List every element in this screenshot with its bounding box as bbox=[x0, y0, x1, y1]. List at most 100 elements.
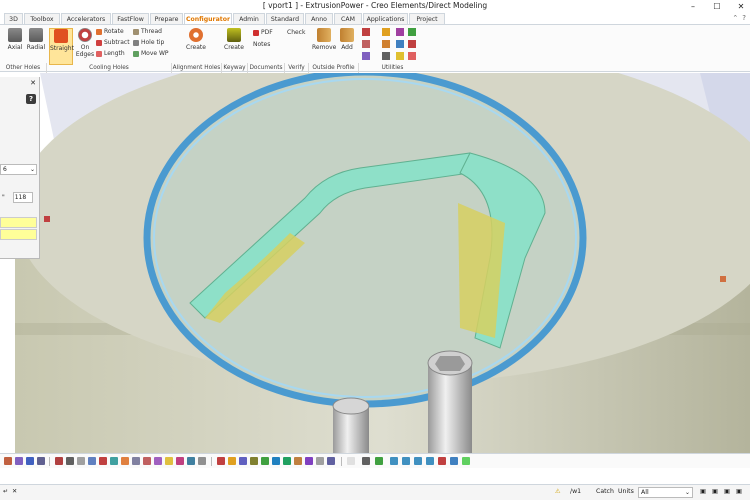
utility-tool-icon[interactable] bbox=[382, 40, 390, 48]
tab-prepare[interactable]: Prepare bbox=[150, 13, 183, 24]
view-tool-icon[interactable] bbox=[228, 457, 236, 465]
hole-tip-button[interactable]: Hole tip bbox=[133, 39, 164, 46]
status-tool-icon[interactable]: ▣ bbox=[700, 488, 706, 495]
view-tool-icon[interactable] bbox=[362, 457, 370, 465]
view-tool-icon[interactable] bbox=[217, 457, 225, 465]
thread-button[interactable]: Thread bbox=[133, 28, 162, 35]
view-tool-icon[interactable] bbox=[165, 457, 173, 465]
create-alignment-hole-button[interactable]: Create bbox=[184, 28, 208, 51]
minimize-button[interactable]: – bbox=[688, 2, 698, 11]
view-tool-icon[interactable] bbox=[316, 457, 324, 465]
close-panel-icon[interactable]: ✕ bbox=[30, 79, 36, 87]
tab-anno[interactable]: Anno bbox=[305, 13, 333, 24]
view-tool-icon[interactable] bbox=[132, 457, 140, 465]
status-tool-icon[interactable]: ▣ bbox=[724, 488, 730, 495]
utility-tool-icon[interactable] bbox=[382, 52, 390, 60]
tab-applications[interactable]: Applications bbox=[363, 13, 408, 24]
utility-tool-icon[interactable] bbox=[396, 40, 404, 48]
view-tool-icon[interactable] bbox=[55, 457, 63, 465]
view-tool-icon[interactable] bbox=[15, 457, 23, 465]
utility-tool-icon[interactable] bbox=[382, 28, 390, 36]
zoom-icon[interactable] bbox=[390, 457, 398, 465]
view-tool-icon[interactable] bbox=[121, 457, 129, 465]
view-tool-icon[interactable] bbox=[305, 457, 313, 465]
units-button[interactable]: Units bbox=[618, 488, 634, 495]
panel-help-icon[interactable]: ? bbox=[26, 94, 36, 104]
remove-button[interactable]: Remove bbox=[312, 28, 336, 51]
selection-filter-select[interactable]: All ⌄ bbox=[638, 487, 693, 498]
view-tool-icon[interactable] bbox=[283, 457, 291, 465]
radial-button[interactable]: Radial bbox=[24, 28, 48, 51]
utility-tool-icon[interactable] bbox=[408, 28, 416, 36]
tab-3d[interactable]: 3D bbox=[4, 13, 23, 24]
status-tool-icon[interactable]: ▣ bbox=[712, 488, 718, 495]
create-keyway-button[interactable]: Create bbox=[222, 28, 246, 51]
view-tool-icon[interactable] bbox=[239, 457, 247, 465]
tab-admin[interactable]: Admin bbox=[233, 13, 265, 24]
tab-configurator[interactable]: Configurator bbox=[184, 13, 232, 24]
panel-input-yellow-2[interactable] bbox=[0, 229, 37, 240]
tab-standard[interactable]: Standard bbox=[266, 13, 304, 24]
view-tool-icon[interactable] bbox=[272, 457, 280, 465]
help-icon[interactable]: ? bbox=[742, 14, 746, 22]
rotate-button[interactable]: Rotate bbox=[96, 28, 124, 35]
add-button[interactable]: Add bbox=[335, 28, 359, 51]
view-tool-icon[interactable] bbox=[154, 457, 162, 465]
command-line-icon[interactable]: ↵ bbox=[3, 488, 8, 495]
collapse-ribbon-icon[interactable]: ⌃ bbox=[732, 14, 738, 22]
maximize-button[interactable]: ☐ bbox=[712, 2, 722, 11]
view-tool-icon[interactable] bbox=[176, 457, 184, 465]
utility-tool-icon[interactable] bbox=[408, 52, 416, 60]
view-tool-icon[interactable] bbox=[4, 457, 12, 465]
straight-button[interactable]: Straight bbox=[49, 28, 74, 65]
utility-tool-icon[interactable] bbox=[408, 40, 416, 48]
status-tool-icon[interactable]: ▣ bbox=[736, 488, 742, 495]
subtract-button[interactable]: Subtract bbox=[96, 39, 130, 46]
utility-tool-icon[interactable] bbox=[362, 52, 370, 60]
view-tool-icon[interactable] bbox=[250, 457, 258, 465]
utility-tool-icon[interactable] bbox=[396, 52, 404, 60]
notes-button[interactable]: Notes bbox=[253, 41, 270, 48]
view-tool-icon[interactable] bbox=[26, 457, 34, 465]
view-tool-icon[interactable] bbox=[187, 457, 195, 465]
utility-tool-icon[interactable] bbox=[362, 28, 370, 36]
view-tool-icon[interactable] bbox=[77, 457, 85, 465]
view-tool-icon[interactable] bbox=[99, 457, 107, 465]
view-tool-icon[interactable] bbox=[37, 457, 45, 465]
view-tool-icon[interactable] bbox=[198, 457, 206, 465]
view-tool-icon[interactable] bbox=[88, 457, 96, 465]
view-tool-icon[interactable] bbox=[261, 457, 269, 465]
zoom-icon[interactable] bbox=[414, 457, 422, 465]
view-tool-icon[interactable] bbox=[66, 457, 74, 465]
close-button[interactable]: ✕ bbox=[736, 2, 746, 11]
panel-input-yellow-1[interactable] bbox=[0, 217, 37, 228]
view-tool-icon[interactable] bbox=[294, 457, 302, 465]
tab-accelerators[interactable]: Accelerators bbox=[61, 13, 111, 24]
move-wp-button[interactable]: Move WP bbox=[133, 50, 169, 57]
panel-field-1[interactable]: 6 ⌄ bbox=[0, 164, 37, 175]
cancel-icon[interactable]: ✕ bbox=[12, 488, 17, 495]
zoom-icon[interactable] bbox=[402, 457, 410, 465]
tab-cam[interactable]: CAM bbox=[334, 13, 362, 24]
view-tool-icon[interactable] bbox=[438, 457, 446, 465]
on-edges-button[interactable]: On Edges bbox=[73, 28, 97, 58]
zoom-icon[interactable] bbox=[426, 457, 434, 465]
utility-tool-icon[interactable] bbox=[396, 28, 404, 36]
view-tool-icon[interactable] bbox=[110, 457, 118, 465]
3d-viewport[interactable] bbox=[0, 73, 750, 453]
view-tool-icon[interactable] bbox=[462, 457, 470, 465]
view-tool-icon[interactable] bbox=[375, 457, 383, 465]
check-button[interactable]: Check bbox=[287, 29, 305, 36]
view-tool-icon[interactable] bbox=[450, 457, 458, 465]
tab-fastflow[interactable]: FastFlow bbox=[112, 13, 149, 24]
catch-button[interactable]: Catch bbox=[596, 488, 614, 495]
view-tool-icon[interactable] bbox=[327, 457, 335, 465]
utility-tool-icon[interactable] bbox=[362, 40, 370, 48]
panel-field-2[interactable]: " 118 bbox=[0, 192, 37, 203]
pdf-button[interactable]: PDF bbox=[253, 29, 273, 36]
warning-icon[interactable]: ⚠ bbox=[555, 488, 561, 495]
length-button[interactable]: Length bbox=[96, 50, 125, 57]
view-tool-icon[interactable] bbox=[347, 457, 355, 465]
tab-project[interactable]: Project bbox=[409, 13, 445, 24]
view-tool-icon[interactable] bbox=[143, 457, 151, 465]
